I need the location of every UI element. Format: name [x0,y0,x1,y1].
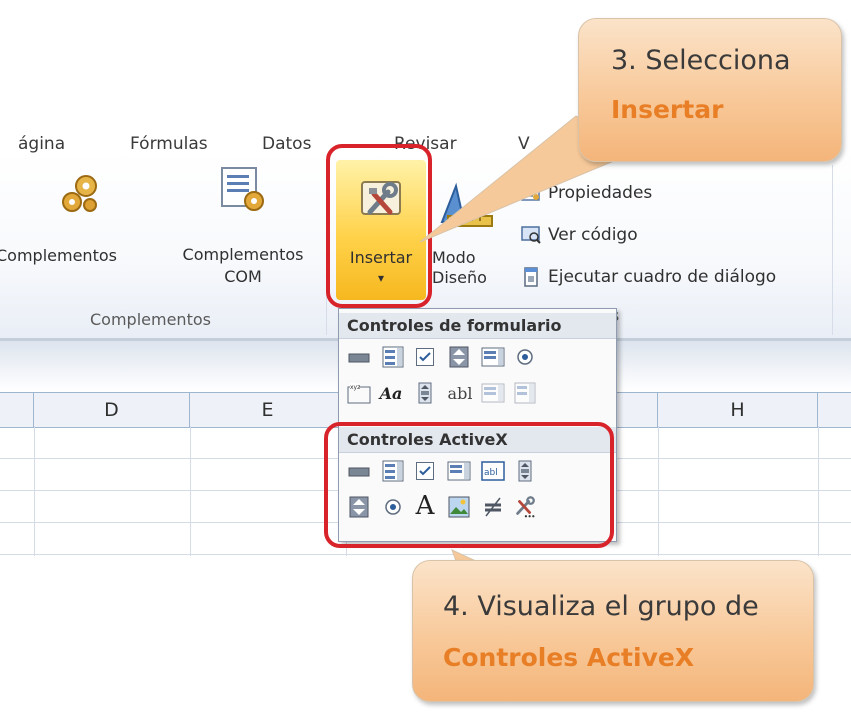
scroll-bar-icon[interactable] [413,381,437,405]
activex-highlight-frame [324,422,614,548]
combo-drop-down-edit-icon [513,381,537,405]
properties-label: Propiedades [548,183,653,203]
callout-step-4-highlight: Controles ActiveX [443,643,695,672]
column-header-e[interactable]: E [190,393,346,427]
complementos-com-label-line2: COM [224,267,262,286]
grid-line [0,554,851,555]
callout-step-4-text: 4. Visualiza el grupo de [443,591,759,622]
list-gear-icon [218,165,268,215]
group-box-icon[interactable]: xyz [347,381,371,405]
svg-text:xyz: xyz [350,384,360,391]
tab-view[interactable]: V [518,134,530,154]
ruler-triangle-icon [438,180,494,230]
option-button-icon[interactable] [513,345,537,369]
grid-line [818,426,819,556]
grid-line [190,426,191,556]
design-mode-label-line2: Diseño [432,268,487,287]
run-dialog-label: Ejecutar cuadro de diálogo [548,267,777,287]
view-code-icon [520,224,542,246]
group-separator [832,165,833,335]
callout-step-3-text: 3. Selecciona [611,45,791,76]
complementos-com-button[interactable]: Complementos COM [168,165,318,295]
column-header-h[interactable]: H [658,393,818,427]
complementos-label: Complementos [0,246,117,265]
text-field-icon[interactable]: abl [443,381,477,405]
tab-formulas[interactable]: Fórmulas [130,134,208,154]
combo-box-icon[interactable] [381,345,405,369]
complementos-group-label: Complementos [90,310,211,329]
tab-page-layout[interactable]: ágina [18,134,65,154]
complementos-com-label-line1: Complementos [182,245,304,264]
properties-button[interactable]: Propiedades [520,180,652,206]
design-mode-button[interactable]: Modo Diseño [432,180,502,300]
callout-step-4: 4. Visualiza el grupo de Controles Activ… [412,560,814,702]
column-header-next [818,393,851,427]
combo-list-edit-icon [481,381,505,405]
list-box-icon[interactable] [481,345,505,369]
gears-icon [58,172,102,216]
properties-icon [520,182,542,204]
complementos-button[interactable]: Complementos [0,170,160,290]
grid-line [34,426,35,556]
insert-highlight-frame [326,144,432,308]
view-code-button[interactable]: Ver código [520,222,638,248]
view-code-label: Ver código [548,225,638,245]
label-icon[interactable]: Aa [379,381,403,405]
column-header-d[interactable]: D [34,393,190,427]
spin-button-icon[interactable] [447,345,471,369]
grid-line [658,426,659,556]
callout-step-3: 3. Selecciona Insertar [578,18,842,162]
tab-data[interactable]: Datos [262,134,311,154]
run-dialog-icon [520,266,542,288]
column-header-empty [0,393,34,427]
button-icon[interactable] [347,345,371,369]
checkbox-icon[interactable] [413,345,437,369]
form-controls-header: Controles de formulario [339,313,616,339]
design-mode-label-line1: Modo [432,248,476,267]
callout-step-3-highlight: Insertar [611,95,724,124]
run-dialog-button[interactable]: Ejecutar cuadro de diálogo [520,264,776,290]
